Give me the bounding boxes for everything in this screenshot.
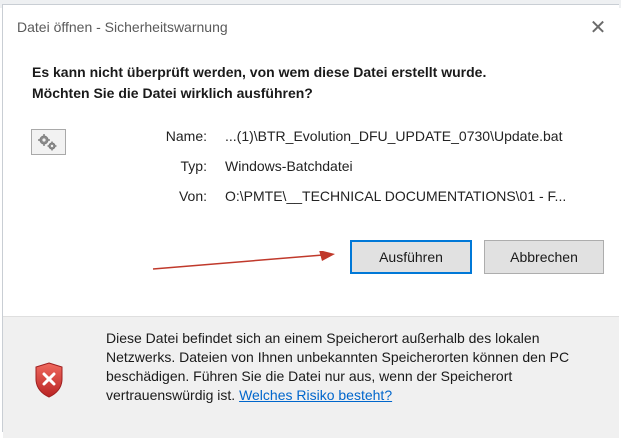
prompt-line-2: Möchten Sie die Datei wirklich ausführen…	[32, 85, 313, 101]
shield-warning-icon	[35, 362, 63, 398]
cancel-button[interactable]: Abbrechen	[484, 240, 604, 274]
warning-footer: Diese Datei befindet sich an einem Speic…	[3, 316, 619, 438]
close-icon[interactable]: ✕	[583, 13, 613, 43]
run-button[interactable]: Ausführen	[350, 240, 472, 274]
file-type-label: Typ:	[180, 158, 207, 174]
settings-file-icon	[31, 129, 66, 155]
window-title: Datei öffnen - Sicherheitswarnung	[17, 19, 228, 35]
file-source-label: Von:	[178, 188, 207, 204]
annotation-arrow	[152, 251, 335, 270]
file-name-value: ...(1)\BTR_Evolution_DFU_UPDATE_0730\Upd…	[225, 128, 563, 144]
file-type-value: Windows-Batchdatei	[225, 158, 353, 174]
file-source-value: O:\PMTE\__TECHNICAL DOCUMENTATIONS\01 - …	[225, 188, 567, 204]
prompt-heading: Es kann nicht überprüft werden, von wem …	[32, 62, 592, 104]
risk-info-link[interactable]: Welches Risiko besteht?	[239, 387, 392, 403]
security-warning-dialog: Datei öffnen - Sicherheitswarnung ✕ Es k…	[2, 4, 619, 438]
title-bar[interactable]: Datei öffnen - Sicherheitswarnung ✕	[3, 5, 619, 49]
warning-message: Diese Datei befindet sich an einem Speic…	[106, 329, 601, 405]
file-name-label: Name:	[165, 128, 207, 144]
prompt-line-1: Es kann nicht überprüft werden, von wem …	[32, 64, 487, 80]
